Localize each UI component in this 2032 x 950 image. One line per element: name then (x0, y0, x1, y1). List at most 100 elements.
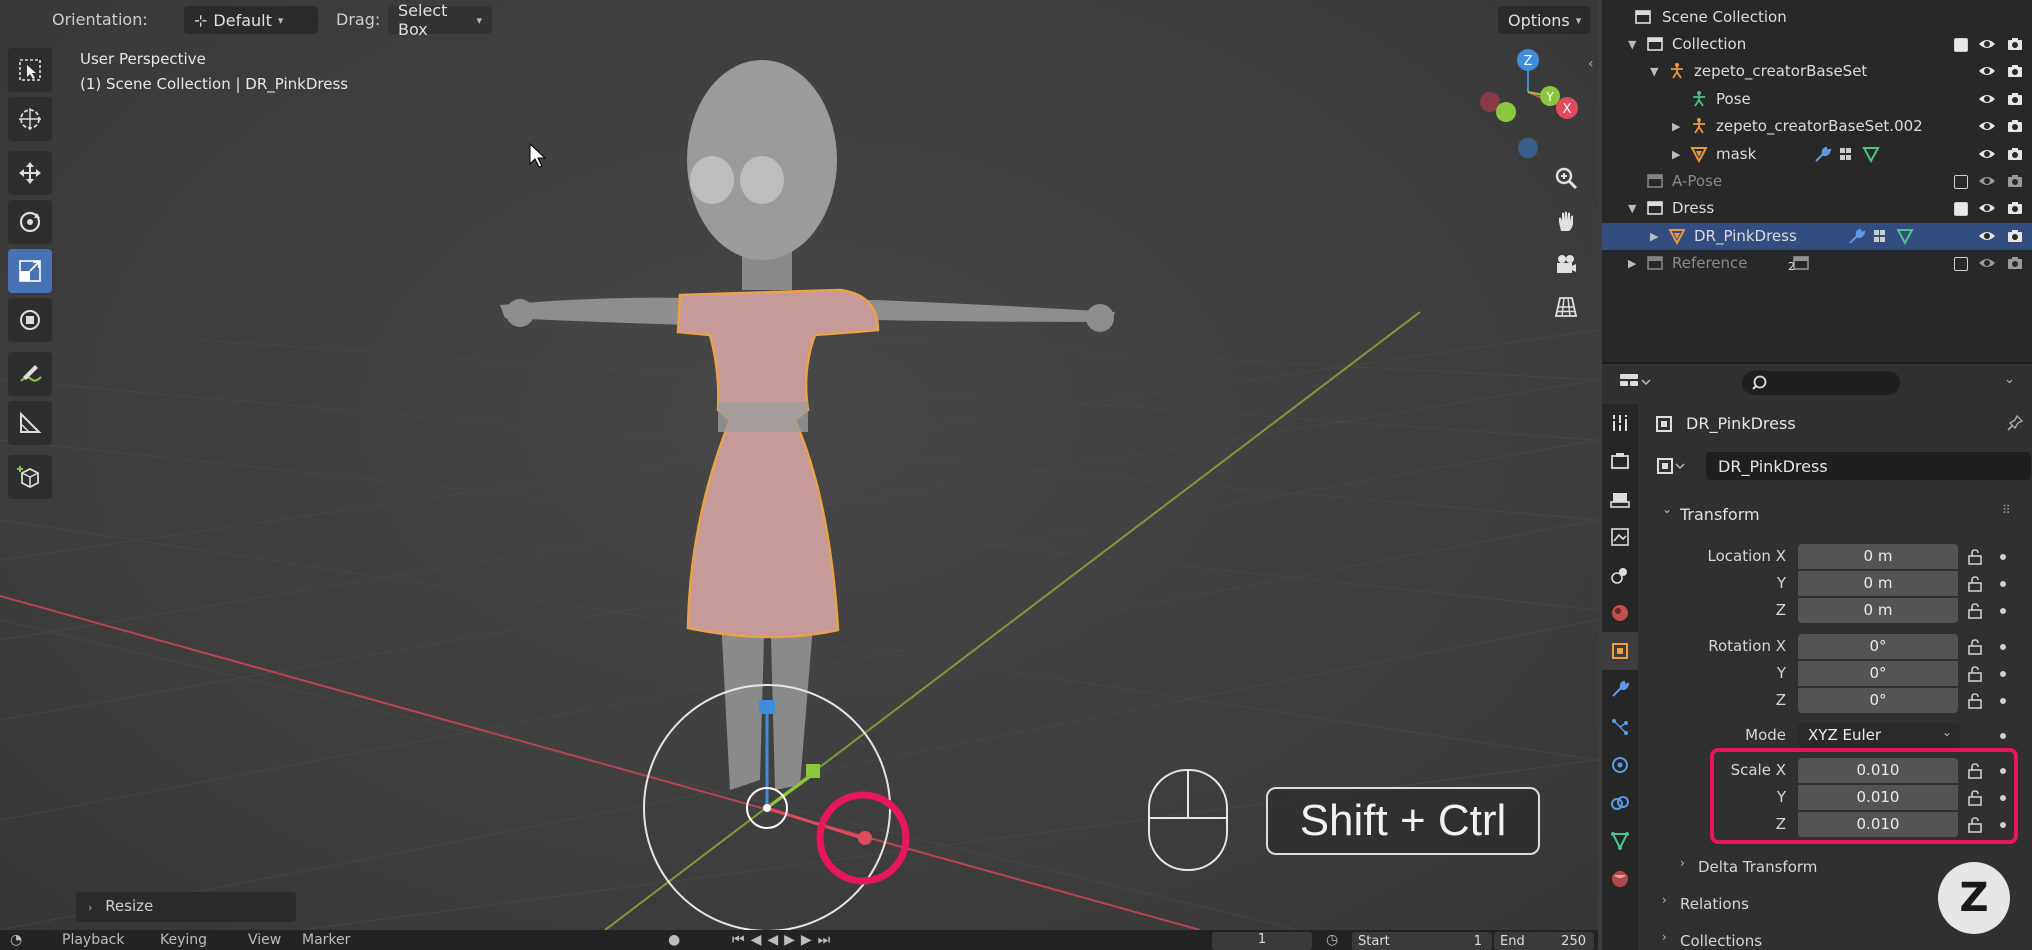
vertex-groups-icon[interactable] (1838, 145, 1856, 163)
particles-tab-icon[interactable] (1602, 708, 1638, 746)
world-tab-icon[interactable] (1602, 594, 1638, 632)
render-camera-icon[interactable] (2006, 227, 2024, 245)
eye-icon[interactable] (1978, 117, 1996, 135)
outliner-row-mask[interactable]: ▶ mask (1602, 141, 2032, 168)
lock-icon[interactable] (1966, 575, 1984, 593)
expand-closed-icon[interactable]: ▶ (1672, 148, 1680, 161)
last-operator-panel[interactable]: › Resize (76, 892, 296, 922)
lock-icon[interactable] (1966, 638, 1984, 656)
end-frame-field[interactable]: End 250 (1494, 932, 1594, 950)
cursor-tool-icon[interactable] (8, 97, 52, 141)
outliner-panel[interactable]: Scene Collection ▼ Collection ▼ zepeto_crea… (1602, 0, 2032, 362)
location-x-field[interactable]: 0 m (1798, 544, 1958, 569)
keyframe-dot-icon[interactable] (2000, 554, 2006, 560)
transform-gizmo[interactable] (643, 684, 891, 930)
mesh-data-icon[interactable] (1862, 145, 1880, 163)
physics-tab-icon[interactable] (1602, 746, 1638, 784)
relations-header[interactable]: Relations (1680, 895, 1749, 913)
drag-dropdown[interactable]: Select Box ▾ (388, 1, 492, 39)
modifier-tab-icon[interactable] (1602, 670, 1638, 708)
expand-open-icon[interactable]: ▼ (1628, 38, 1636, 51)
keyframe-dot-icon[interactable] (2000, 698, 2006, 704)
sidebar-toggle-icon[interactable]: ‹ (1588, 56, 1594, 72)
location-y-field[interactable]: 0 m (1798, 571, 1958, 596)
render-camera-icon[interactable] (2006, 62, 2024, 80)
keyframe-dot-icon[interactable] (2000, 671, 2006, 677)
camera-icon[interactable] (1548, 246, 1584, 282)
options-dropdown[interactable]: Options ▾ (1498, 6, 1590, 34)
render-camera-icon[interactable] (2006, 145, 2024, 163)
record-icon[interactable]: ● (668, 932, 680, 948)
hand-pan-icon[interactable] (1548, 203, 1584, 239)
expand-open-icon[interactable]: ▼ (1650, 65, 1658, 78)
chevron-down-icon[interactable]: ⌄ (1662, 502, 1672, 516)
mesh-data-icon[interactable] (1896, 227, 1914, 245)
lock-icon[interactable] (1966, 665, 1984, 683)
scale-tool-icon[interactable] (8, 249, 52, 293)
chevron-right-icon[interactable]: › (1680, 856, 1685, 870)
chevron-right-icon[interactable]: › (1662, 893, 1667, 907)
modifier-icon[interactable] (1848, 227, 1866, 245)
current-frame-field[interactable]: 1 (1212, 932, 1312, 950)
orientation-dropdown[interactable]: ⊹ Default ▾ (184, 6, 318, 34)
add-cube-tool-icon[interactable] (8, 455, 52, 499)
keyframe-dot-icon[interactable] (2000, 733, 2006, 739)
outliner-row-zepeto-creatorbaseset-002[interactable]: ▶ zepeto_creatorBaseSet.002 (1602, 113, 2032, 140)
modifier-icon[interactable] (1814, 145, 1832, 163)
exclude-checkbox[interactable] (1954, 257, 1968, 272)
navigation-gizmo[interactable]: Z Y X (1480, 49, 1578, 158)
rotation-z-field[interactable]: 0° (1798, 688, 1958, 713)
move-tool-icon[interactable] (8, 151, 52, 195)
render-camera-icon[interactable] (2006, 199, 2024, 217)
transform-header[interactable]: Transform (1680, 505, 1760, 524)
eye-icon[interactable] (1978, 227, 1996, 245)
outliner-row-dress[interactable]: ▼ Dress (1602, 195, 2032, 222)
location-z-field[interactable]: 0 m (1798, 598, 1958, 623)
playback-controls[interactable]: ⏮◀◀▶▶⏭ (732, 932, 836, 948)
material-tab-icon[interactable] (1602, 860, 1638, 898)
collections-header[interactable]: Collections (1680, 932, 1762, 950)
select-box-tool-icon[interactable] (8, 48, 52, 92)
eye-icon[interactable] (1978, 199, 1996, 217)
render-camera-icon[interactable] (2006, 254, 2024, 272)
measure-tool-icon[interactable] (8, 401, 52, 445)
eye-icon[interactable] (1978, 254, 1996, 272)
drag-handle-icon[interactable]: ⠿ (2002, 503, 2011, 517)
keyframe-dot-icon[interactable] (2000, 644, 2006, 650)
grid-ortho-icon[interactable] (1548, 289, 1584, 325)
zoom-icon[interactable] (1548, 160, 1584, 196)
exclude-checkbox[interactable] (1954, 175, 1968, 189)
constraints-tab-icon[interactable] (1602, 784, 1638, 822)
transform-tool-icon[interactable] (8, 298, 52, 342)
properties-search-input[interactable] (1742, 371, 1900, 395)
eye-icon[interactable] (1978, 172, 1996, 190)
render-camera-icon[interactable] (2006, 117, 2024, 135)
view-menu[interactable]: View (248, 932, 281, 948)
marker-menu[interactable]: Marker (302, 932, 350, 948)
lock-icon[interactable] (1966, 548, 1984, 566)
view-layer-tab-icon[interactable] (1602, 518, 1638, 556)
object-tab-icon[interactable] (1602, 632, 1638, 670)
render-tab-icon[interactable] (1602, 442, 1638, 480)
datablock-browse-icon[interactable] (1656, 456, 1690, 480)
outliner-row-pose[interactable]: Pose (1602, 86, 2032, 113)
rotation-y-field[interactable]: 0° (1798, 661, 1958, 686)
playback-menu[interactable]: Playback (62, 932, 124, 948)
outliner-row-a-pose[interactable]: A-Pose (1602, 168, 2032, 195)
expand-closed-icon[interactable]: ▶ (1672, 120, 1680, 133)
lock-icon[interactable] (1966, 692, 1984, 710)
start-frame-field[interactable]: Start 1 (1352, 932, 1492, 950)
rotation-mode-dropdown[interactable]: XYZ Euler ⌄ (1798, 723, 1960, 748)
annotate-tool-icon[interactable] (8, 352, 52, 396)
pin-icon[interactable] (2006, 414, 2024, 436)
expand-closed-icon[interactable]: ▶ (1628, 257, 1636, 270)
outliner-scene-collection[interactable]: Scene Collection (1602, 4, 2032, 31)
tool-tab-icon[interactable] (1602, 404, 1638, 442)
keying-menu[interactable]: Keying (160, 932, 207, 948)
outliner-row-reference[interactable]: ▶ Reference 2 (1602, 250, 2032, 277)
scene-tab-icon[interactable] (1602, 556, 1638, 594)
eye-icon[interactable] (1978, 62, 1996, 80)
delta-transform-header[interactable]: Delta Transform (1698, 858, 1817, 876)
vertex-groups-icon[interactable] (1872, 227, 1890, 245)
eye-icon[interactable] (1978, 90, 1996, 108)
